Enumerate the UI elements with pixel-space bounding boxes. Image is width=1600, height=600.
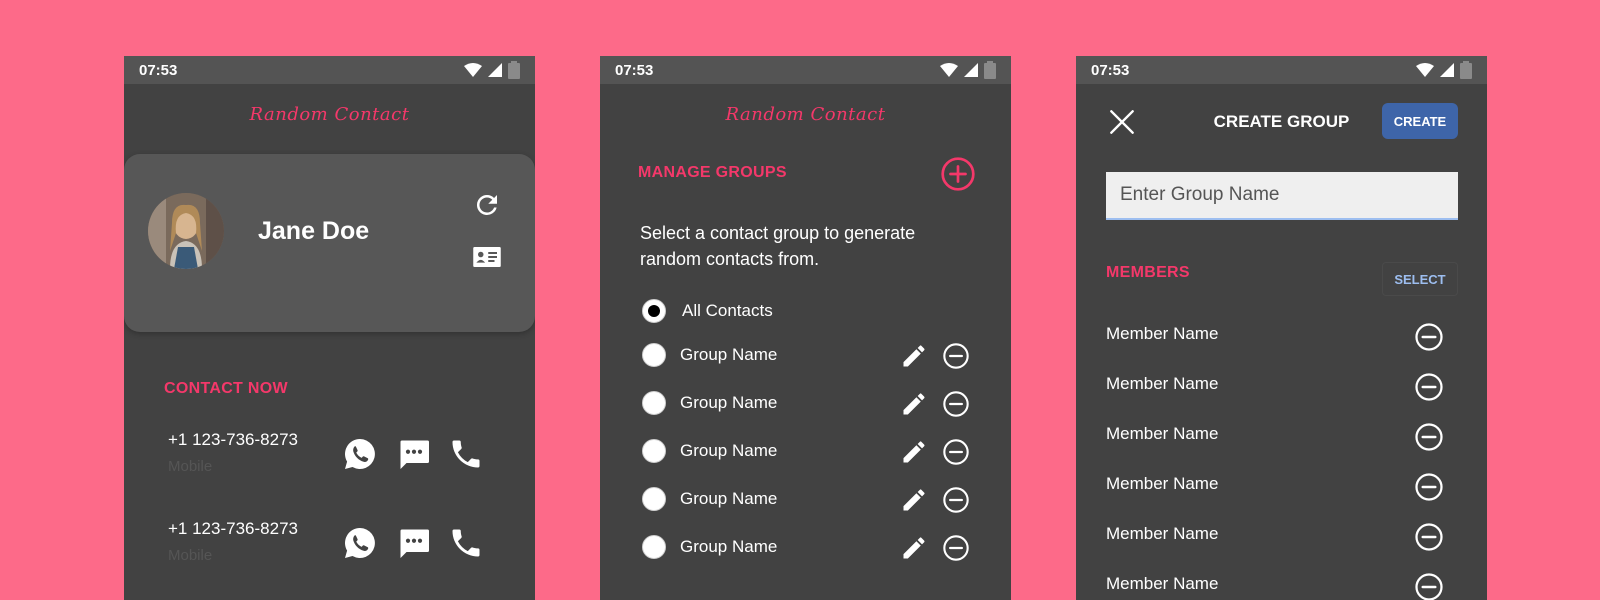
member-row: Member Name [1076,420,1487,470]
signal-icon [1440,63,1454,77]
group-name-input[interactable] [1106,172,1458,220]
wifi-icon [940,63,958,77]
remove-circle-icon[interactable] [1414,322,1444,352]
member-name: Member Name [1106,324,1219,343]
group-label: All Contacts [682,301,773,320]
contact-type: Mobile [168,547,213,564]
profile-name: Jane Doe [258,217,370,245]
signal-icon [488,63,502,77]
edit-icon[interactable] [900,486,928,514]
create-button[interactable]: CREATE [1382,103,1458,139]
remove-circle-icon[interactable] [942,390,970,418]
edit-icon[interactable] [900,438,928,466]
contact-row: +1 123-736-8273 Mobile [124,519,535,599]
radio-button[interactable] [642,439,666,463]
section-title-manage-groups: MANAGE GROUPS [638,164,787,181]
contact-number: +1 123-736-8273 [168,430,298,449]
group-label: Group Name [680,345,778,364]
battery-icon [984,61,996,79]
radio-button[interactable] [642,343,666,367]
status-time: 07:53 [139,61,178,79]
groups-description: Select a contact group to generate rando… [640,223,916,269]
contact-screen: 07:53 Random Contact Jane Doe CONTACT NO… [124,56,535,600]
contact-number: +1 123-736-8273 [168,519,298,538]
member-row: Member Name [1076,370,1487,420]
group-row-all-contacts[interactable]: All Contacts [600,294,1011,334]
phone-icon[interactable] [448,436,484,472]
remove-circle-icon[interactable] [942,342,970,370]
wifi-icon [464,63,482,77]
status-bar: 07:53 [600,56,1011,84]
member-row: Member Name [1076,520,1487,570]
status-bar: 07:53 [124,56,535,84]
whatsapp-icon[interactable] [342,525,378,561]
message-icon[interactable] [396,436,432,472]
remove-circle-icon[interactable] [1414,522,1444,552]
member-name: Member Name [1106,524,1219,543]
create-group-screen: 07:53 CREATE GROUP CREATE MEMBERS SELECT… [1076,56,1487,600]
radio-button[interactable] [642,487,666,511]
remove-circle-icon[interactable] [1414,572,1444,600]
remove-circle-icon[interactable] [942,438,970,466]
group-label: Group Name [680,537,778,556]
status-bar: 07:53 [1076,56,1487,84]
radio-button[interactable] [642,299,666,323]
member-name: Member Name [1106,424,1219,443]
radio-button[interactable] [642,535,666,559]
battery-icon [508,61,520,79]
remove-circle-icon[interactable] [942,486,970,514]
member-row: Member Name [1076,470,1487,520]
profile-card: Jane Doe [124,154,535,332]
status-time: 07:53 [1091,61,1130,79]
contact-card-icon[interactable] [472,242,502,272]
group-row[interactable]: Group Name [600,482,1011,522]
refresh-icon[interactable] [472,190,502,220]
whatsapp-icon[interactable] [342,436,378,472]
status-time: 07:53 [615,61,654,79]
app-title: Random Contact [249,104,410,125]
radio-button[interactable] [642,391,666,415]
member-row: Member Name [1076,570,1487,600]
member-name: Member Name [1106,374,1219,393]
section-title-contact-now: CONTACT NOW [164,380,288,397]
group-row[interactable]: Group Name [600,338,1011,378]
member-row: Member Name [1076,320,1487,370]
remove-circle-icon[interactable] [1414,472,1444,502]
group-label: Group Name [680,393,778,412]
phone-icon[interactable] [448,525,484,561]
remove-circle-icon[interactable] [1414,372,1444,402]
add-circle-icon[interactable] [940,156,976,192]
remove-circle-icon[interactable] [942,534,970,562]
manage-groups-screen: 07:53 Random Contact MANAGE GROUPS Selec… [600,56,1011,600]
member-name: Member Name [1106,474,1219,493]
contact-type: Mobile [168,458,213,475]
group-row[interactable]: Group Name [600,434,1011,474]
avatar [148,193,224,269]
message-icon[interactable] [396,525,432,561]
group-row[interactable]: Group Name [600,386,1011,426]
section-title-members: MEMBERS [1106,264,1190,281]
select-button[interactable]: SELECT [1382,262,1458,296]
edit-icon[interactable] [900,534,928,562]
contact-row: +1 123-736-8273 Mobile [124,430,535,510]
group-row[interactable]: Group Name [600,530,1011,570]
group-label: Group Name [680,489,778,508]
member-name: Member Name [1106,574,1219,593]
battery-icon [1460,61,1472,79]
group-label: Group Name [680,441,778,460]
signal-icon [964,63,978,77]
app-title: Random Contact [725,104,886,125]
remove-circle-icon[interactable] [1414,422,1444,452]
wifi-icon [1416,63,1434,77]
edit-icon[interactable] [900,342,928,370]
edit-icon[interactable] [900,390,928,418]
